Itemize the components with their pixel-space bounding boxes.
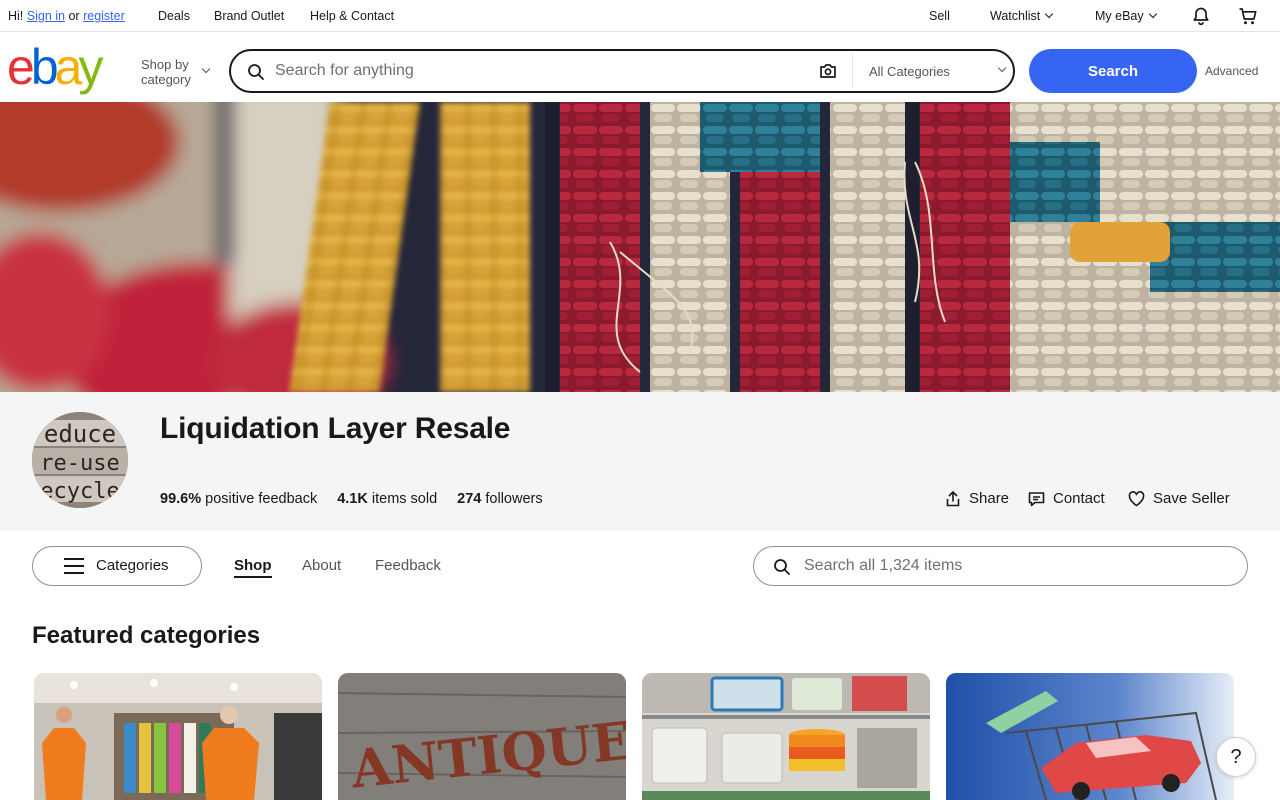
ebay-logo[interactable]: ebay [7, 39, 103, 95]
shop-by-category-button[interactable]: Shop by category [141, 57, 211, 87]
featured-categories-title: Featured categories [32, 622, 261, 649]
store-avatar: educe re-use ecycle [32, 412, 128, 508]
top-utility-bar: Hi! Sign in or register Deals Brand Outl… [0, 0, 1280, 32]
sold-stat: 4.1K items sold [337, 491, 437, 507]
feedback-value: 99.6% [160, 491, 202, 507]
shop-by-line2: category [141, 72, 191, 87]
heart-icon [1128, 490, 1145, 506]
feedback-stat[interactable]: 99.6% positive feedback [160, 491, 317, 507]
logo-letter: a [54, 39, 83, 95]
sold-value: 4.1K [337, 491, 368, 507]
my-ebay-menu[interactable]: My eBay [1095, 9, 1157, 23]
logo-letter: e [7, 39, 35, 95]
sign-in-link[interactable]: Sign in [27, 9, 65, 23]
tab-about[interactable]: About [302, 557, 341, 574]
share-label: Share [969, 490, 1010, 507]
feedback-label: positive feedback [205, 491, 318, 507]
store-info-panel: educe re-use ecycle Liquidation Layer Re… [0, 392, 1280, 531]
chevron-down-icon [1148, 9, 1157, 19]
categories-button[interactable]: Categories [32, 546, 202, 586]
sell-link[interactable]: Sell [929, 9, 950, 23]
antiques-image[interactable]: ANTIQUES [338, 673, 626, 800]
avatar-line2: re-use [40, 451, 119, 476]
main-search-bar: All Categories [229, 49, 1015, 93]
greeting: Hi! Sign in or register [8, 9, 125, 23]
my-ebay-label: My eBay [1095, 9, 1144, 23]
clothing-store-image[interactable] [34, 673, 322, 800]
help-button[interactable]: ? [1216, 737, 1256, 777]
hamburger-icon [64, 558, 84, 574]
greeting-text: Hi! [8, 9, 24, 23]
sold-label: items sold [371, 491, 438, 507]
storage-bins-image[interactable] [642, 673, 930, 800]
save-seller-button[interactable]: Save Seller [1128, 490, 1230, 507]
toy-car-image[interactable] [946, 673, 1234, 800]
message-icon [1028, 491, 1045, 506]
register-link[interactable]: register [83, 9, 125, 23]
watchlist-menu[interactable]: Watchlist [990, 9, 1054, 23]
avatar-line3: ecycle [40, 479, 119, 504]
shop-by-line1: Shop by [141, 57, 189, 72]
or-text: or [68, 9, 80, 23]
chevron-down-icon [201, 64, 211, 74]
store-banner-image [0, 102, 1280, 392]
followers-stat: 274 followers [457, 491, 542, 507]
watchlist-label: Watchlist [990, 9, 1041, 23]
avatar-line1: educe [44, 420, 116, 448]
store-search-bar [753, 546, 1248, 586]
logo-letter: b [30, 39, 59, 95]
tab-feedback[interactable]: Feedback [375, 557, 441, 574]
category-select[interactable]: All Categories [869, 64, 950, 79]
contact-label: Contact [1053, 490, 1105, 507]
bell-icon[interactable] [1191, 6, 1211, 26]
main-search-input[interactable] [275, 60, 805, 82]
help-contact-link[interactable]: Help & Contact [310, 9, 394, 23]
share-icon [946, 490, 960, 506]
store-stats: 99.6% positive feedback 4.1K items sold … [160, 491, 543, 507]
advanced-search-link[interactable]: Advanced [1205, 64, 1258, 78]
store-name: Liquidation Layer Resale [160, 412, 511, 445]
search-icon [774, 559, 790, 575]
main-header: ebay Shop by category All Categories Sea… [0, 32, 1280, 102]
save-seller-label: Save Seller [1153, 490, 1230, 507]
tab-shop[interactable]: Shop [234, 557, 272, 578]
followers-label: followers [485, 491, 543, 507]
search-divider [852, 53, 853, 89]
categories-label: Categories [96, 557, 169, 574]
followers-value: 274 [457, 491, 482, 507]
logo-letter: y [78, 39, 103, 95]
brand-outlet-link[interactable]: Brand Outlet [214, 9, 284, 23]
search-icon [248, 64, 264, 80]
deals-link[interactable]: Deals [158, 9, 190, 23]
chevron-down-icon [997, 63, 1007, 73]
search-button[interactable]: Search [1029, 49, 1197, 93]
cart-icon[interactable] [1238, 6, 1258, 26]
contact-button[interactable]: Contact [1028, 490, 1105, 507]
camera-icon[interactable] [819, 63, 837, 79]
share-button[interactable]: Share [945, 490, 1009, 507]
store-search-input[interactable] [804, 556, 1224, 576]
chevron-down-icon [1045, 9, 1054, 19]
